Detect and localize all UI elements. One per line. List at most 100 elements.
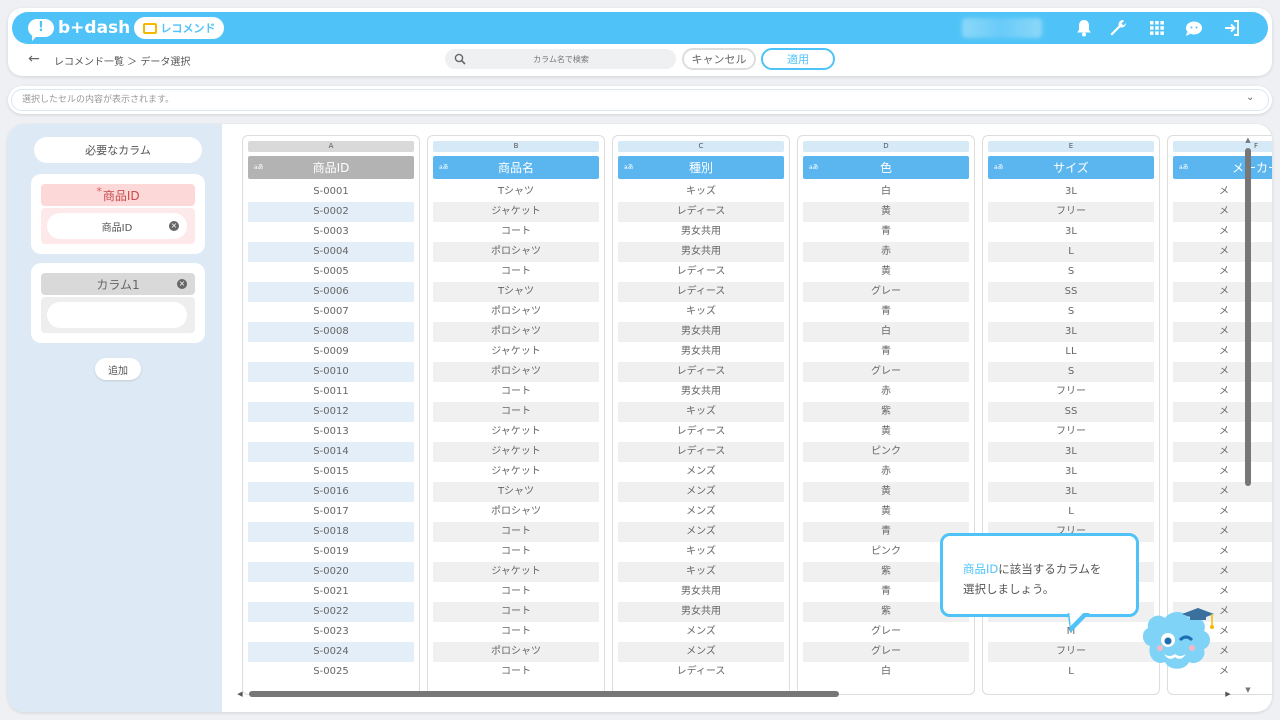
table-cell[interactable]: S-0015 <box>248 462 414 482</box>
table-cell[interactable]: 赤 <box>803 242 969 262</box>
table-cell[interactable]: コート <box>433 582 599 602</box>
table-cell[interactable]: メ <box>1173 522 1272 542</box>
apply-button[interactable]: 適用 <box>761 48 835 70</box>
table-cell[interactable]: S-0006 <box>248 282 414 302</box>
table-cell[interactable]: Tシャツ <box>433 182 599 202</box>
column-c[interactable]: Caあ 種別 キッズ レディース 男女共用 男女共用 レディース レディース キッズ 男女共用 男女… <box>612 135 790 695</box>
table-cell[interactable]: フリー <box>988 202 1154 222</box>
table-cell[interactable]: ジャケット <box>433 422 599 442</box>
table-cell[interactable]: メ <box>1173 502 1272 522</box>
table-cell[interactable]: ジャケット <box>433 462 599 482</box>
table-cell[interactable]: S-0019 <box>248 542 414 562</box>
table-cell[interactable]: メ <box>1173 222 1272 242</box>
table-cell[interactable]: 白 <box>803 182 969 202</box>
table-cell[interactable]: メ <box>1173 442 1272 462</box>
table-cell[interactable]: ポロシャツ <box>433 302 599 322</box>
logout-icon[interactable] <box>1220 16 1244 40</box>
column-header[interactable]: aあ 種別 <box>618 156 784 179</box>
table-cell[interactable]: ポロシャツ <box>433 362 599 382</box>
table-cell[interactable]: 青 <box>803 222 969 242</box>
column-search[interactable] <box>445 49 676 69</box>
table-cell[interactable]: 青 <box>803 302 969 322</box>
table-cell[interactable]: キッズ <box>618 302 784 322</box>
table-cell[interactable]: レディース <box>618 362 784 382</box>
table-cell[interactable]: メンズ <box>618 502 784 522</box>
horizontal-scroll-thumb[interactable] <box>249 691 839 697</box>
table-cell[interactable]: メ <box>1173 242 1272 262</box>
table-cell[interactable]: ポロシャツ <box>433 242 599 262</box>
column-header[interactable]: aあ 商品名 <box>433 156 599 179</box>
table-cell[interactable]: メ <box>1173 282 1272 302</box>
table-cell[interactable]: 赤 <box>803 382 969 402</box>
table-cell[interactable]: メ <box>1173 362 1272 382</box>
remove-field-icon[interactable]: × <box>177 279 187 289</box>
table-cell[interactable]: S-0022 <box>248 602 414 622</box>
table-cell[interactable]: S-0008 <box>248 322 414 342</box>
table-cell[interactable]: ピンク <box>803 442 969 462</box>
table-cell[interactable]: コート <box>433 602 599 622</box>
table-cell[interactable]: コート <box>433 402 599 422</box>
table-cell[interactable]: メンズ <box>618 482 784 502</box>
table-cell[interactable]: 3L <box>988 482 1154 502</box>
scroll-up-icon[interactable]: ▲ <box>1244 136 1252 144</box>
table-cell[interactable]: メンズ <box>618 642 784 662</box>
table-cell[interactable]: フリー <box>988 422 1154 442</box>
table-cell[interactable]: コート <box>433 262 599 282</box>
table-cell[interactable]: コート <box>433 542 599 562</box>
table-cell[interactable]: 黄 <box>803 262 969 282</box>
table-cell[interactable]: ポロシャツ <box>433 322 599 342</box>
table-cell[interactable]: Tシャツ <box>433 482 599 502</box>
table-cell[interactable]: S-0002 <box>248 202 414 222</box>
bell-icon[interactable] <box>1072 16 1096 40</box>
table-cell[interactable]: 男女共用 <box>618 342 784 362</box>
table-cell[interactable]: 赤 <box>803 462 969 482</box>
table-cell[interactable]: 紫 <box>803 402 969 422</box>
table-cell[interactable]: 男女共用 <box>618 582 784 602</box>
back-arrow-icon[interactable]: ← <box>26 51 42 67</box>
table-cell[interactable]: ジャケット <box>433 442 599 462</box>
table-cell[interactable]: メ <box>1173 422 1272 442</box>
table-cell[interactable]: 黄 <box>803 502 969 522</box>
table-cell[interactable]: キッズ <box>618 562 784 582</box>
table-cell[interactable]: Tシャツ <box>433 282 599 302</box>
table-cell[interactable]: 男女共用 <box>618 242 784 262</box>
table-cell[interactable]: コート <box>433 522 599 542</box>
table-cell[interactable]: 3L <box>988 222 1154 242</box>
table-cell[interactable]: LL <box>988 342 1154 362</box>
cancel-button[interactable]: キャンセル <box>682 48 756 70</box>
table-cell[interactable]: メンズ <box>618 462 784 482</box>
table-cell[interactable]: ポロシャツ <box>433 502 599 522</box>
column-b[interactable]: Baあ 商品名 Tシャツ ジャケット コート ポロシャツ コート Tシャツ ポロシャツ ポロシャツ… <box>427 135 605 695</box>
column-letter[interactable]: F <box>1173 141 1272 152</box>
table-cell[interactable]: グレー <box>803 642 969 662</box>
table-cell[interactable]: レディース <box>618 282 784 302</box>
table-cell[interactable]: メ <box>1173 542 1272 562</box>
table-cell[interactable]: S-0005 <box>248 262 414 282</box>
table-cell[interactable]: S-0004 <box>248 242 414 262</box>
table-cell[interactable]: グレー <box>803 282 969 302</box>
table-cell[interactable]: コート <box>433 382 599 402</box>
table-cell[interactable]: レディース <box>618 262 784 282</box>
column-letter[interactable]: D <box>803 141 969 152</box>
column-search-input[interactable] <box>466 54 656 64</box>
table-cell[interactable]: S-0009 <box>248 342 414 362</box>
table-cell[interactable]: S-0024 <box>248 642 414 662</box>
chevron-down-icon[interactable]: ⌄ <box>1246 92 1258 104</box>
empty-column-slot[interactable] <box>47 302 187 328</box>
table-cell[interactable]: レディース <box>618 202 784 222</box>
table-cell[interactable]: 男女共用 <box>618 322 784 342</box>
table-cell[interactable]: SS <box>988 402 1154 422</box>
table-cell[interactable]: コート <box>433 622 599 642</box>
table-cell[interactable]: ポロシャツ <box>433 642 599 662</box>
table-cell[interactable]: S <box>988 362 1154 382</box>
selected-column-chip[interactable]: 商品ID × <box>47 213 187 239</box>
table-cell[interactable]: S-0013 <box>248 422 414 442</box>
table-cell[interactable]: メ <box>1173 562 1272 582</box>
grid-icon[interactable] <box>1145 16 1169 40</box>
table-cell[interactable]: S <box>988 302 1154 322</box>
table-cell[interactable]: 白 <box>803 662 969 682</box>
table-cell[interactable]: グレー <box>803 622 969 642</box>
table-cell[interactable]: ジャケット <box>433 562 599 582</box>
wrench-icon[interactable] <box>1106 16 1130 40</box>
table-cell[interactable]: グレー <box>803 362 969 382</box>
